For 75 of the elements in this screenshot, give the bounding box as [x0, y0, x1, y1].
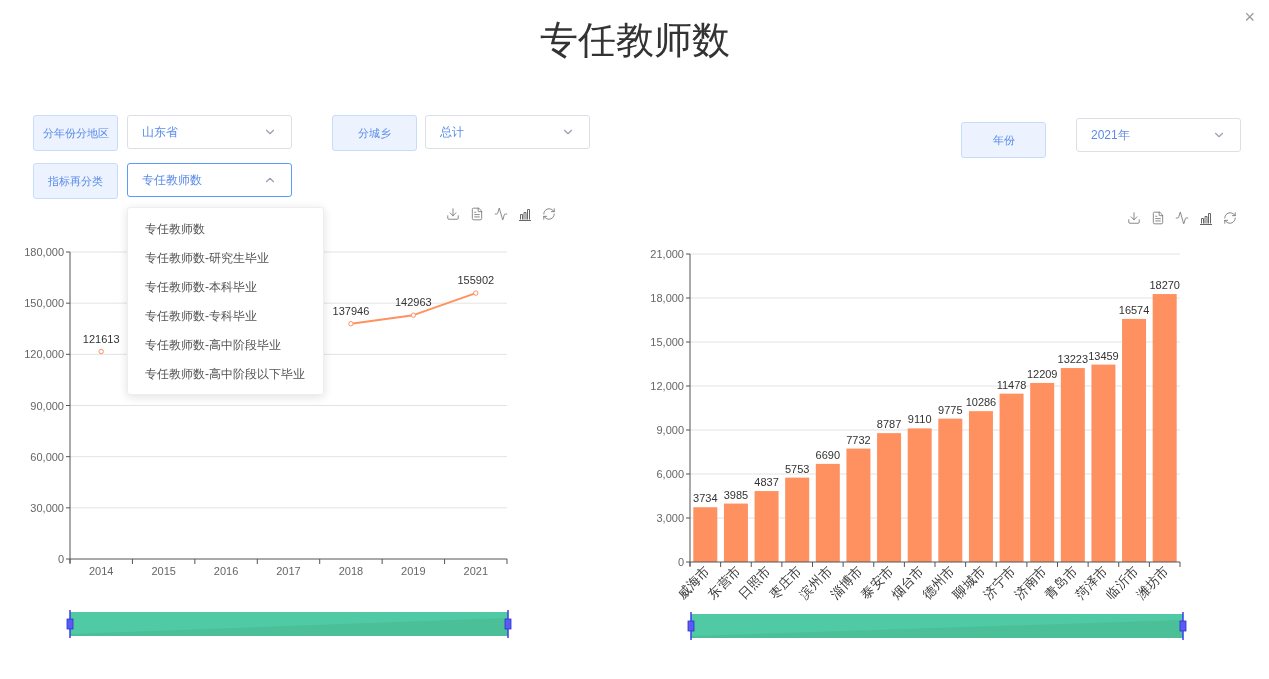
axis-tick-label: 12,000 — [650, 380, 684, 392]
select-field[interactable]: 山东省 — [127, 115, 292, 149]
filter-label: 分年份分地区 — [33, 115, 118, 151]
data-bar — [723, 503, 748, 562]
axis-tick-label: 2018 — [338, 565, 364, 577]
bar-chart-icon[interactable] — [518, 207, 532, 221]
document-icon[interactable] — [1151, 211, 1165, 225]
data-label: 11478 — [996, 378, 1027, 391]
axis-tick-label: 6,000 — [656, 468, 684, 480]
download-icon[interactable] — [446, 207, 460, 221]
axis-tick-label: 30,000 — [30, 501, 64, 514]
dropdown-option[interactable]: 专任教师数-本科毕业 — [128, 272, 323, 301]
data-bar — [754, 491, 779, 562]
data-label: 6690 — [815, 448, 841, 461]
axis-tick-label: 2014 — [88, 565, 114, 577]
bar-chart-icon[interactable] — [1199, 211, 1213, 225]
axis-tick-label: 18,000 — [650, 292, 684, 304]
axis-tick-label: 3,000 — [656, 512, 684, 524]
range-slider[interactable] — [687, 611, 1187, 641]
data-point — [410, 312, 417, 318]
axis-tick-label: 21,000 — [650, 248, 684, 260]
axis-tick-label: 2015 — [151, 565, 176, 577]
data-label: 5753 — [784, 462, 810, 475]
axis-tick-label: 0 — [677, 556, 684, 568]
range-slider[interactable] — [66, 609, 512, 639]
axis-tick-label: 9,000 — [656, 424, 684, 436]
axis-tick-label: 90,000 — [30, 399, 64, 412]
refresh-icon[interactable] — [1223, 211, 1237, 225]
dropdown-option[interactable]: 专任教师数 — [128, 214, 323, 243]
line-chart-icon[interactable] — [494, 207, 508, 221]
axis-tick-label: 2017 — [276, 565, 301, 577]
data-point — [348, 321, 354, 327]
data-label: 10286 — [965, 396, 997, 409]
data-label: 3734 — [693, 492, 718, 505]
axis-tick-label: 2021 — [463, 565, 489, 577]
filter-label: 年份 — [961, 122, 1046, 158]
data-point — [98, 348, 104, 355]
data-label: 7732 — [846, 433, 871, 446]
axis-tick-label: 0 — [57, 553, 64, 565]
data-label: 9110 — [907, 413, 932, 426]
refresh-icon[interactable] — [542, 207, 556, 221]
dropdown-option[interactable]: 专任教师数-专科毕业 — [128, 301, 323, 330]
data-label: 9775 — [938, 403, 963, 416]
filter-label: 指标再分类 — [33, 163, 118, 199]
data-point — [473, 290, 479, 296]
data-label: 13223 — [1057, 353, 1089, 366]
axis-tick-label: 2019 — [401, 565, 426, 577]
data-label: 4837 — [754, 476, 779, 489]
data-label: 8787 — [876, 418, 902, 431]
dropdown-option[interactable]: 专任教师数-研究生毕业 — [128, 243, 323, 272]
axis-tick-label: 150,000 — [24, 297, 64, 310]
document-icon[interactable] — [470, 207, 484, 221]
select-field[interactable]: 2021年 — [1076, 118, 1241, 152]
data-label: 137946 — [332, 304, 370, 317]
dropdown-option[interactable]: 专任教师数-高中阶段毕业 — [128, 330, 323, 359]
data-label: 121613 — [82, 332, 120, 345]
page-title: 专任教师数 — [539, 18, 730, 63]
data-label: 18270 — [1149, 279, 1180, 292]
data-label: 3985 — [723, 488, 749, 501]
select-field[interactable]: 总计 — [425, 115, 590, 149]
data-label: 12209 — [1026, 367, 1058, 380]
axis-tick-label: 15,000 — [650, 336, 684, 348]
data-label: 155902 — [457, 274, 495, 287]
download-icon[interactable] — [1127, 211, 1141, 225]
data-label: 13459 — [1088, 349, 1119, 362]
axis-tick-label: 180,000 — [24, 246, 64, 258]
select-field[interactable]: 专任教师数 — [127, 163, 292, 197]
line-chart-icon[interactable] — [1175, 211, 1189, 225]
filter-label: 分城乡 — [332, 115, 417, 151]
axis-tick-label: 120,000 — [24, 348, 64, 361]
axis-tick-label: 2016 — [213, 565, 239, 577]
data-label: 16574 — [1118, 303, 1150, 316]
dropdown-option[interactable]: 专任教师数-高中阶段以下毕业 — [128, 359, 323, 388]
data-label: 142963 — [395, 296, 432, 309]
axis-tick-label: 60,000 — [30, 450, 64, 463]
